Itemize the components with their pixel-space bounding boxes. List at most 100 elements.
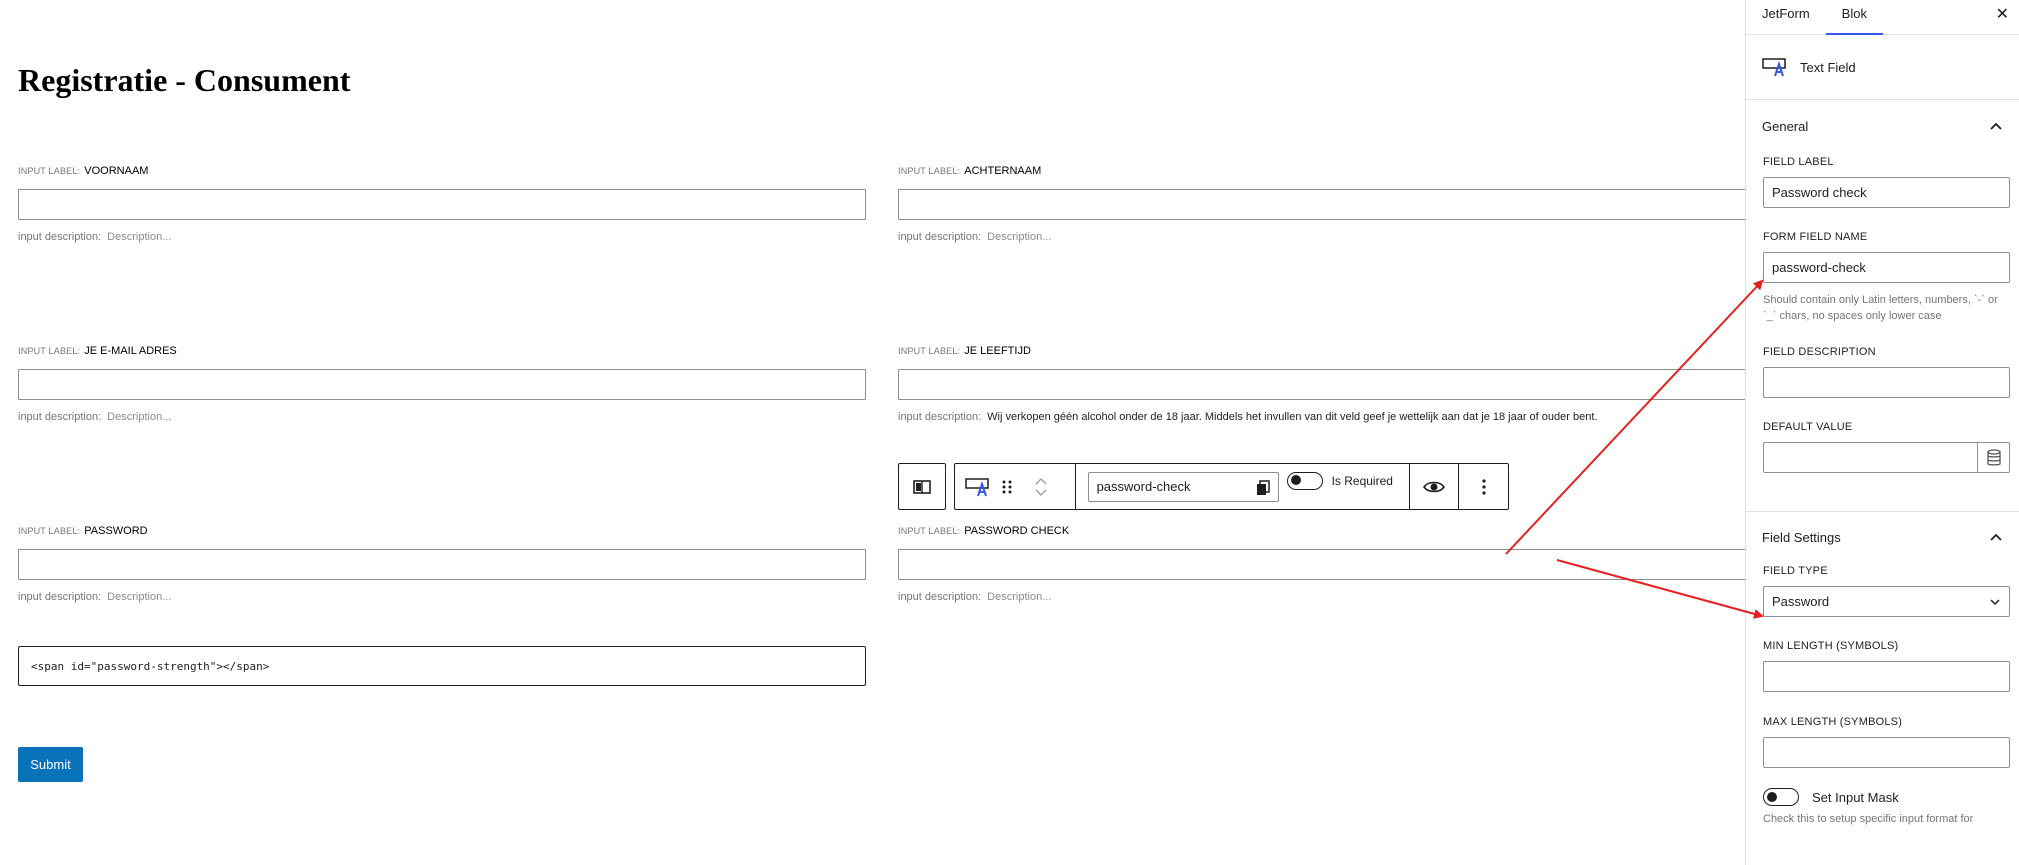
- input-mask-toggle[interactable]: [1763, 788, 1799, 806]
- chevron-up-icon: [1990, 533, 2002, 541]
- text-input[interactable]: [898, 549, 1746, 580]
- block-settings-sidebar: JetForm Blok ✕ Text Field General FIELD …: [1745, 0, 2019, 865]
- close-icon[interactable]: ✕: [1996, 4, 2009, 24]
- field-type-select[interactable]: Password: [1763, 586, 2010, 617]
- field-label[interactable]: JE E-MAIL ADRES: [84, 345, 177, 357]
- database-icon[interactable]: [1977, 443, 2009, 472]
- block-toolbar: password-check Is Required: [954, 463, 1509, 510]
- min-length-input[interactable]: [1763, 661, 2010, 692]
- desc-prefix: input description:: [898, 411, 982, 423]
- input-mask-setting: Set Input Mask: [1746, 788, 2019, 806]
- desc-prefix: input description:: [18, 591, 102, 603]
- desc-prefix: input description:: [898, 591, 982, 603]
- field-label[interactable]: JE LEEFTIJD: [964, 345, 1031, 357]
- field-description-setting: FIELD DESCRIPTION: [1746, 346, 2019, 398]
- field-name-group: password-check Is Required: [1076, 464, 1411, 509]
- default-value-input[interactable]: [1763, 442, 2010, 473]
- field-description[interactable]: Description...: [987, 231, 1051, 243]
- eye-icon: [1423, 481, 1446, 492]
- editor-canvas: Registratie - Consument INPUT LABEL: VOOR…: [0, 0, 1746, 865]
- field-description[interactable]: Description...: [987, 591, 1051, 603]
- form-field-password-check[interactable]: INPUT LABEL: PASSWORD CHECK input descrip…: [898, 525, 1746, 603]
- field-description[interactable]: Description...: [107, 591, 171, 603]
- field-description[interactable]: Description...: [107, 231, 171, 243]
- copy-icon[interactable]: [1256, 479, 1270, 496]
- html-code-block[interactable]: <span id="password-strength"></span>: [18, 646, 866, 686]
- field-description[interactable]: Wij verkopen géén alcohol onder de 18 ja…: [987, 411, 1597, 423]
- text-input[interactable]: [18, 549, 866, 580]
- chevron-down-icon: [1990, 599, 2000, 606]
- page-title: Registratie - Consument: [18, 62, 351, 98]
- field-name-input[interactable]: password-check: [1087, 471, 1279, 502]
- field-type-value: Password: [1772, 594, 1830, 609]
- columns-icon: [913, 479, 931, 494]
- default-value-setting: DEFAULT VALUE: [1746, 421, 2019, 473]
- form-field-name-help: Should contain only Latin letters, numbe…: [1763, 294, 1998, 322]
- label-prefix: INPUT LABEL:: [898, 526, 961, 536]
- sidebar-tabs: JetForm Blok ✕: [1746, 0, 2019, 35]
- move-arrows: [1035, 477, 1047, 496]
- general-panel-toggle[interactable]: General: [1746, 100, 2019, 152]
- field-name-value: password-check: [1096, 479, 1191, 494]
- field-description[interactable]: Description...: [107, 411, 171, 423]
- label-prefix: INPUT LABEL:: [898, 166, 961, 176]
- input-mask-help: Check this to setup specific input forma…: [1763, 813, 1974, 825]
- label-prefix: INPUT LABEL:: [898, 346, 961, 356]
- label-prefix: INPUT LABEL:: [18, 346, 81, 356]
- field-description-label: FIELD DESCRIPTION: [1763, 346, 1876, 358]
- text-input[interactable]: [898, 369, 1746, 400]
- field-label-label: FIELD LABEL: [1763, 156, 1834, 168]
- form-field-voornaam[interactable]: INPUT LABEL: VOORNAAM input description: D…: [18, 165, 866, 243]
- field-label[interactable]: PASSWORD CHECK: [964, 525, 1069, 537]
- block-name: Text Field: [1800, 59, 1856, 75]
- max-length-label: MAX LENGTH (SYMBOLS): [1763, 716, 1903, 728]
- field-label[interactable]: PASSWORD: [84, 525, 147, 537]
- input-mask-label: Set Input Mask: [1812, 789, 1899, 805]
- default-value-label: DEFAULT VALUE: [1763, 421, 1853, 433]
- input-mask-help-row: Check this to setup specific input forma…: [1746, 811, 2019, 827]
- form-field-name-setting: FORM FIELD NAME password-check Should co…: [1746, 231, 2019, 324]
- submit-button[interactable]: Submit: [18, 747, 83, 782]
- max-length-setting: MAX LENGTH (SYMBOLS): [1746, 716, 2019, 768]
- more-vertical-icon: [1481, 478, 1486, 495]
- block-type-group: [955, 464, 1076, 509]
- preview-button[interactable]: [1410, 464, 1460, 509]
- general-panel-title: General: [1762, 118, 1809, 134]
- field-settings-panel-toggle[interactable]: Field Settings: [1746, 512, 2019, 562]
- tab-jetform[interactable]: JetForm: [1746, 0, 1826, 35]
- chevron-up-icon: [1990, 122, 2002, 130]
- text-field-icon: [1762, 58, 1786, 77]
- drag-handle-icon[interactable]: [1001, 479, 1013, 495]
- form-field-achternaam[interactable]: INPUT LABEL: ACHTERNAAM input description…: [898, 165, 1746, 243]
- field-type-setting: FIELD TYPE Password: [1746, 565, 2019, 617]
- max-length-input[interactable]: [1763, 737, 2010, 768]
- form-field-password[interactable]: INPUT LABEL: PASSWORD input description: D…: [18, 525, 866, 603]
- form-field-name-input[interactable]: password-check: [1763, 252, 2010, 283]
- text-field-icon[interactable]: [965, 476, 991, 498]
- chevron-up-icon[interactable]: [1035, 477, 1047, 485]
- field-label-setting: FIELD LABEL Password check: [1746, 156, 2019, 208]
- desc-prefix: input description:: [898, 231, 982, 243]
- min-length-setting: MIN LENGTH (SYMBOLS): [1746, 640, 2019, 692]
- tab-blok[interactable]: Blok: [1825, 0, 1883, 35]
- block-card: Text Field: [1746, 35, 2019, 100]
- field-label-input[interactable]: Password check: [1763, 177, 2010, 208]
- form-field-name-label: FORM FIELD NAME: [1763, 231, 1868, 243]
- text-input[interactable]: [898, 189, 1746, 220]
- field-description-input[interactable]: [1763, 367, 2010, 398]
- more-options-button[interactable]: [1459, 464, 1508, 509]
- form-field-email[interactable]: INPUT LABEL: JE E-MAIL ADRES input descri…: [18, 345, 866, 423]
- field-label[interactable]: ACHTERNAAM: [964, 165, 1041, 177]
- label-prefix: INPUT LABEL:: [18, 526, 81, 536]
- desc-prefix: input description:: [18, 411, 102, 423]
- text-input[interactable]: [18, 369, 866, 400]
- is-required-toggle[interactable]: [1286, 471, 1323, 490]
- chevron-down-icon[interactable]: [1035, 489, 1047, 496]
- text-input[interactable]: [18, 189, 866, 220]
- form-field-leeftijd[interactable]: INPUT LABEL: JE LEEFTIJD input descriptio…: [898, 345, 1746, 423]
- block-parent-selector[interactable]: [898, 463, 946, 510]
- is-required-label: Is Required: [1331, 473, 1393, 488]
- field-label[interactable]: VOORNAAM: [84, 165, 148, 177]
- label-prefix: INPUT LABEL:: [18, 166, 81, 176]
- min-length-label: MIN LENGTH (SYMBOLS): [1763, 640, 1899, 652]
